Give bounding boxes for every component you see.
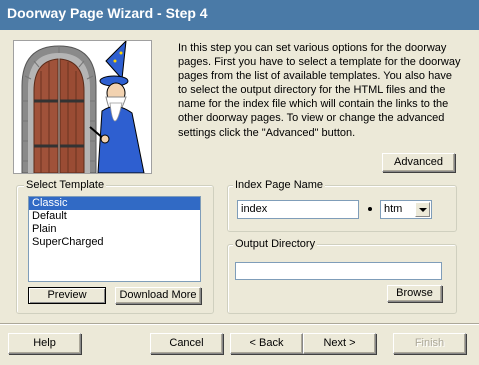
chevron-down-icon[interactable] <box>415 202 430 217</box>
advanced-button-label: Advanced <box>394 156 443 168</box>
cancel-button[interactable]: Cancel <box>150 333 223 354</box>
wizard-door-image <box>21 41 145 173</box>
next-button-label: Next > <box>323 337 356 349</box>
help-button-label: Help <box>33 337 56 349</box>
extension-select[interactable]: htm <box>380 200 432 219</box>
cancel-button-label: Cancel <box>169 337 204 349</box>
template-item-default[interactable]: Default <box>29 210 200 223</box>
download-more-button[interactable]: Download More <box>115 287 201 304</box>
browse-button[interactable]: Browse <box>387 285 442 302</box>
output-directory-label: Output Directory <box>233 238 318 250</box>
preview-button[interactable]: Preview <box>28 287 106 304</box>
template-item-classic[interactable]: Classic <box>29 197 200 210</box>
help-button[interactable]: Help <box>8 333 81 354</box>
index-page-label: Index Page Name <box>233 179 326 191</box>
advanced-button[interactable]: Advanced <box>382 153 455 172</box>
back-button-label: < Back <box>249 337 284 349</box>
extension-select-value: htm <box>384 203 403 215</box>
finish-button[interactable]: Finish <box>393 333 466 354</box>
back-button[interactable]: < Back <box>230 333 303 354</box>
preview-button-label: Preview <box>47 289 87 301</box>
wizard-title: Doorway Page Wizard - Step 4 <box>7 5 208 21</box>
footer-separator-highlight <box>0 324 479 325</box>
step-description: In this step you can set various options… <box>178 42 461 139</box>
output-directory-input[interactable] <box>235 262 442 280</box>
extension-separator-dot <box>368 207 372 211</box>
finish-button-label: Finish <box>414 337 445 349</box>
template-listbox[interactable]: Classic Default Plain SuperCharged <box>28 196 201 282</box>
next-button[interactable]: Next > <box>303 333 376 354</box>
template-item-plain[interactable]: Plain <box>29 223 200 236</box>
template-item-supercharged[interactable]: SuperCharged <box>29 236 200 249</box>
index-name-input[interactable]: index <box>237 200 359 219</box>
browse-button-label: Browse <box>396 287 433 299</box>
select-template-label: Select Template <box>24 179 107 191</box>
download-more-button-label: Download More <box>119 289 197 301</box>
wizard-illustration <box>13 40 152 174</box>
